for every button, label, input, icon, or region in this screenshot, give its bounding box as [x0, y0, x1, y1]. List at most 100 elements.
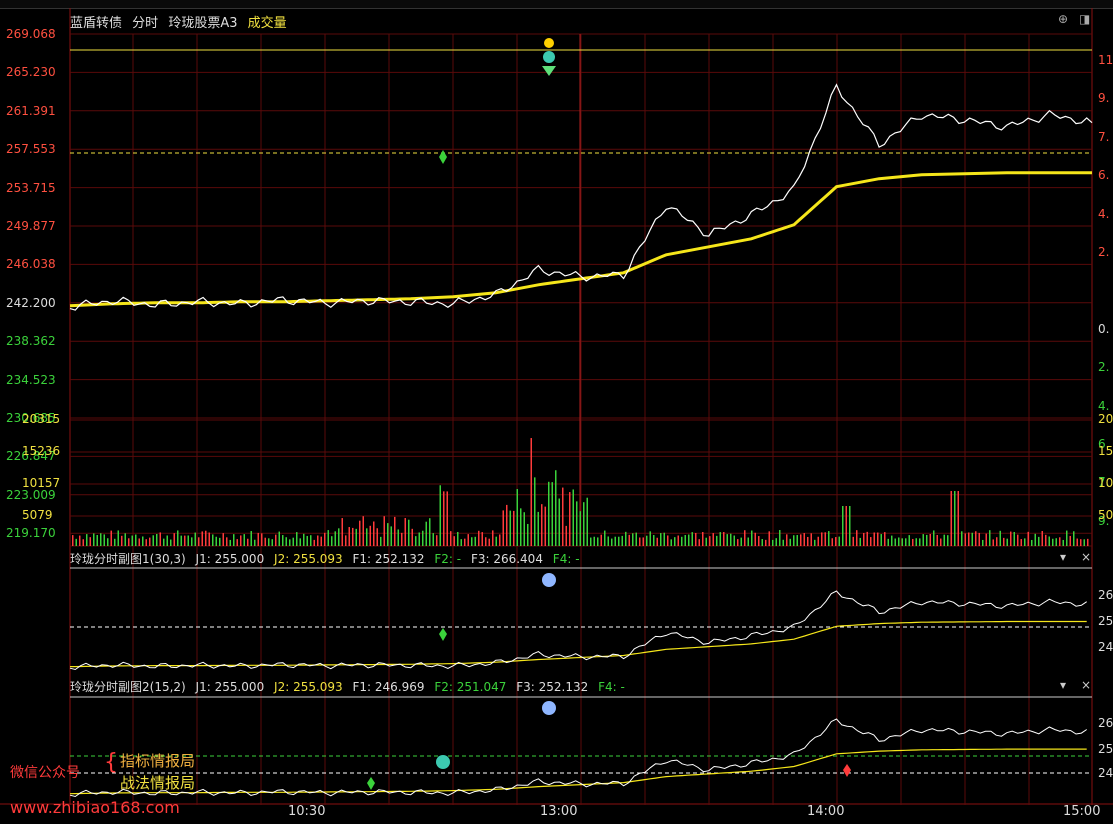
volume-bar [796, 535, 798, 546]
volume-bar [275, 534, 277, 546]
indicator1-name[interactable]: 玲珑分时副图1(30,3) [70, 552, 186, 566]
volume-bar [271, 539, 273, 546]
indicator1-f4: F4: - [552, 552, 580, 566]
volume-bar [170, 539, 172, 546]
indicator1-dropdown-icon[interactable]: ▾ [1060, 550, 1066, 564]
volume-bar [1080, 539, 1082, 546]
volume-bar [425, 521, 427, 546]
volume-bar [1031, 539, 1033, 546]
indicator2-dropdown-icon[interactable]: ▾ [1060, 678, 1066, 692]
volume-bar [807, 536, 809, 546]
volume-bar [278, 531, 280, 546]
volume-bar [978, 532, 980, 546]
volume-bar [681, 536, 683, 546]
indicator-tick-label: 24 [1098, 766, 1113, 780]
volume-right-tick-label: 10 [1098, 476, 1113, 490]
volume-bar [201, 531, 203, 546]
indicator1-title: 玲珑分时副图1(30,3) J1: 255.000 J2: 255.093 F1… [70, 550, 586, 567]
watermark-url: www.zhibiao168.com [10, 798, 180, 817]
volume-bar [103, 534, 105, 546]
volume-bar [698, 539, 700, 546]
volume-bar [660, 533, 662, 546]
volume-bar [166, 535, 168, 546]
indicator2-j1: J1: 255.000 [195, 680, 265, 694]
volume-bar [397, 529, 399, 546]
volume-bar [474, 536, 476, 546]
volume-bar [761, 539, 763, 546]
volume-bar [226, 537, 228, 546]
volume-tick-label: 5079 [22, 508, 53, 522]
volume-bar [467, 534, 469, 546]
volume-bar [716, 535, 718, 546]
volume-bar [628, 534, 630, 546]
volume-bar [114, 538, 116, 546]
volume-bar [75, 538, 77, 546]
volume-bar [548, 481, 550, 546]
volume-bar [222, 533, 224, 546]
volume-bar [131, 535, 133, 546]
volume-bar [824, 532, 826, 546]
price-tick-label: 238.362 [6, 334, 56, 349]
volume-bar [530, 438, 532, 546]
volume-bar [891, 535, 893, 546]
percent-tick-label: 11. [1098, 53, 1113, 67]
volume-bar [845, 506, 847, 546]
volume-bar [187, 535, 189, 546]
volume-bar [513, 510, 515, 546]
volume-bar [215, 536, 217, 546]
volume-bar [117, 530, 119, 546]
volume-bar [1041, 530, 1043, 546]
volume-bar [583, 502, 585, 546]
volume-bar [537, 511, 539, 546]
volume-bar [457, 531, 459, 546]
volume-bar [1010, 531, 1012, 546]
indicator2-close-icon[interactable]: × [1081, 678, 1091, 692]
volume-bar [1020, 539, 1022, 546]
volume-bar [436, 535, 438, 546]
volume-bar [306, 535, 308, 546]
volume-bar [159, 532, 161, 546]
volume-bar [831, 538, 833, 546]
volume-bar [380, 536, 382, 546]
volume-bar [702, 532, 704, 546]
volume-bar [803, 533, 805, 546]
volume-bar [856, 530, 858, 546]
volume-bar [429, 518, 431, 546]
volume-bar [1038, 536, 1040, 546]
volume-bar [1055, 538, 1057, 546]
indicator1-avg-line [70, 620, 1087, 668]
indicator2-name[interactable]: 玲珑分时副图2(15,2) [70, 680, 186, 694]
volume-bar [96, 535, 98, 546]
volume-bar [684, 535, 686, 546]
volume-bar [121, 535, 123, 546]
indicator1-close-icon[interactable]: × [1081, 550, 1091, 564]
volume-bar [884, 532, 886, 546]
volume-bar [334, 531, 336, 546]
volume-bar [719, 532, 721, 546]
volume-bar [233, 534, 235, 546]
volume-bar [985, 533, 987, 546]
volume-bar [621, 535, 623, 546]
volume-bar [173, 533, 175, 546]
volume-bar [968, 532, 970, 546]
percent-tick-label: 9. [1098, 91, 1110, 106]
percent-tick-label: 2. [1098, 245, 1110, 259]
volume-bar [520, 508, 522, 546]
volume-bar [562, 487, 564, 546]
indicator2-sad-face-icon [542, 701, 556, 715]
volume-bar [579, 511, 581, 546]
volume-bar [828, 531, 830, 546]
volume-bar [793, 535, 795, 546]
volume-bar [86, 534, 88, 546]
volume-bar [390, 526, 392, 546]
volume-bar [863, 532, 865, 546]
volume-bar [737, 539, 739, 546]
volume-bar [635, 532, 637, 546]
volume-bar [887, 538, 889, 546]
volume-bar [782, 539, 784, 546]
volume-bar [411, 528, 413, 546]
volume-bar [292, 537, 294, 546]
indicator1-j1: J1: 255.000 [195, 552, 265, 566]
volume-bar [772, 539, 774, 546]
volume-bar [597, 537, 599, 546]
